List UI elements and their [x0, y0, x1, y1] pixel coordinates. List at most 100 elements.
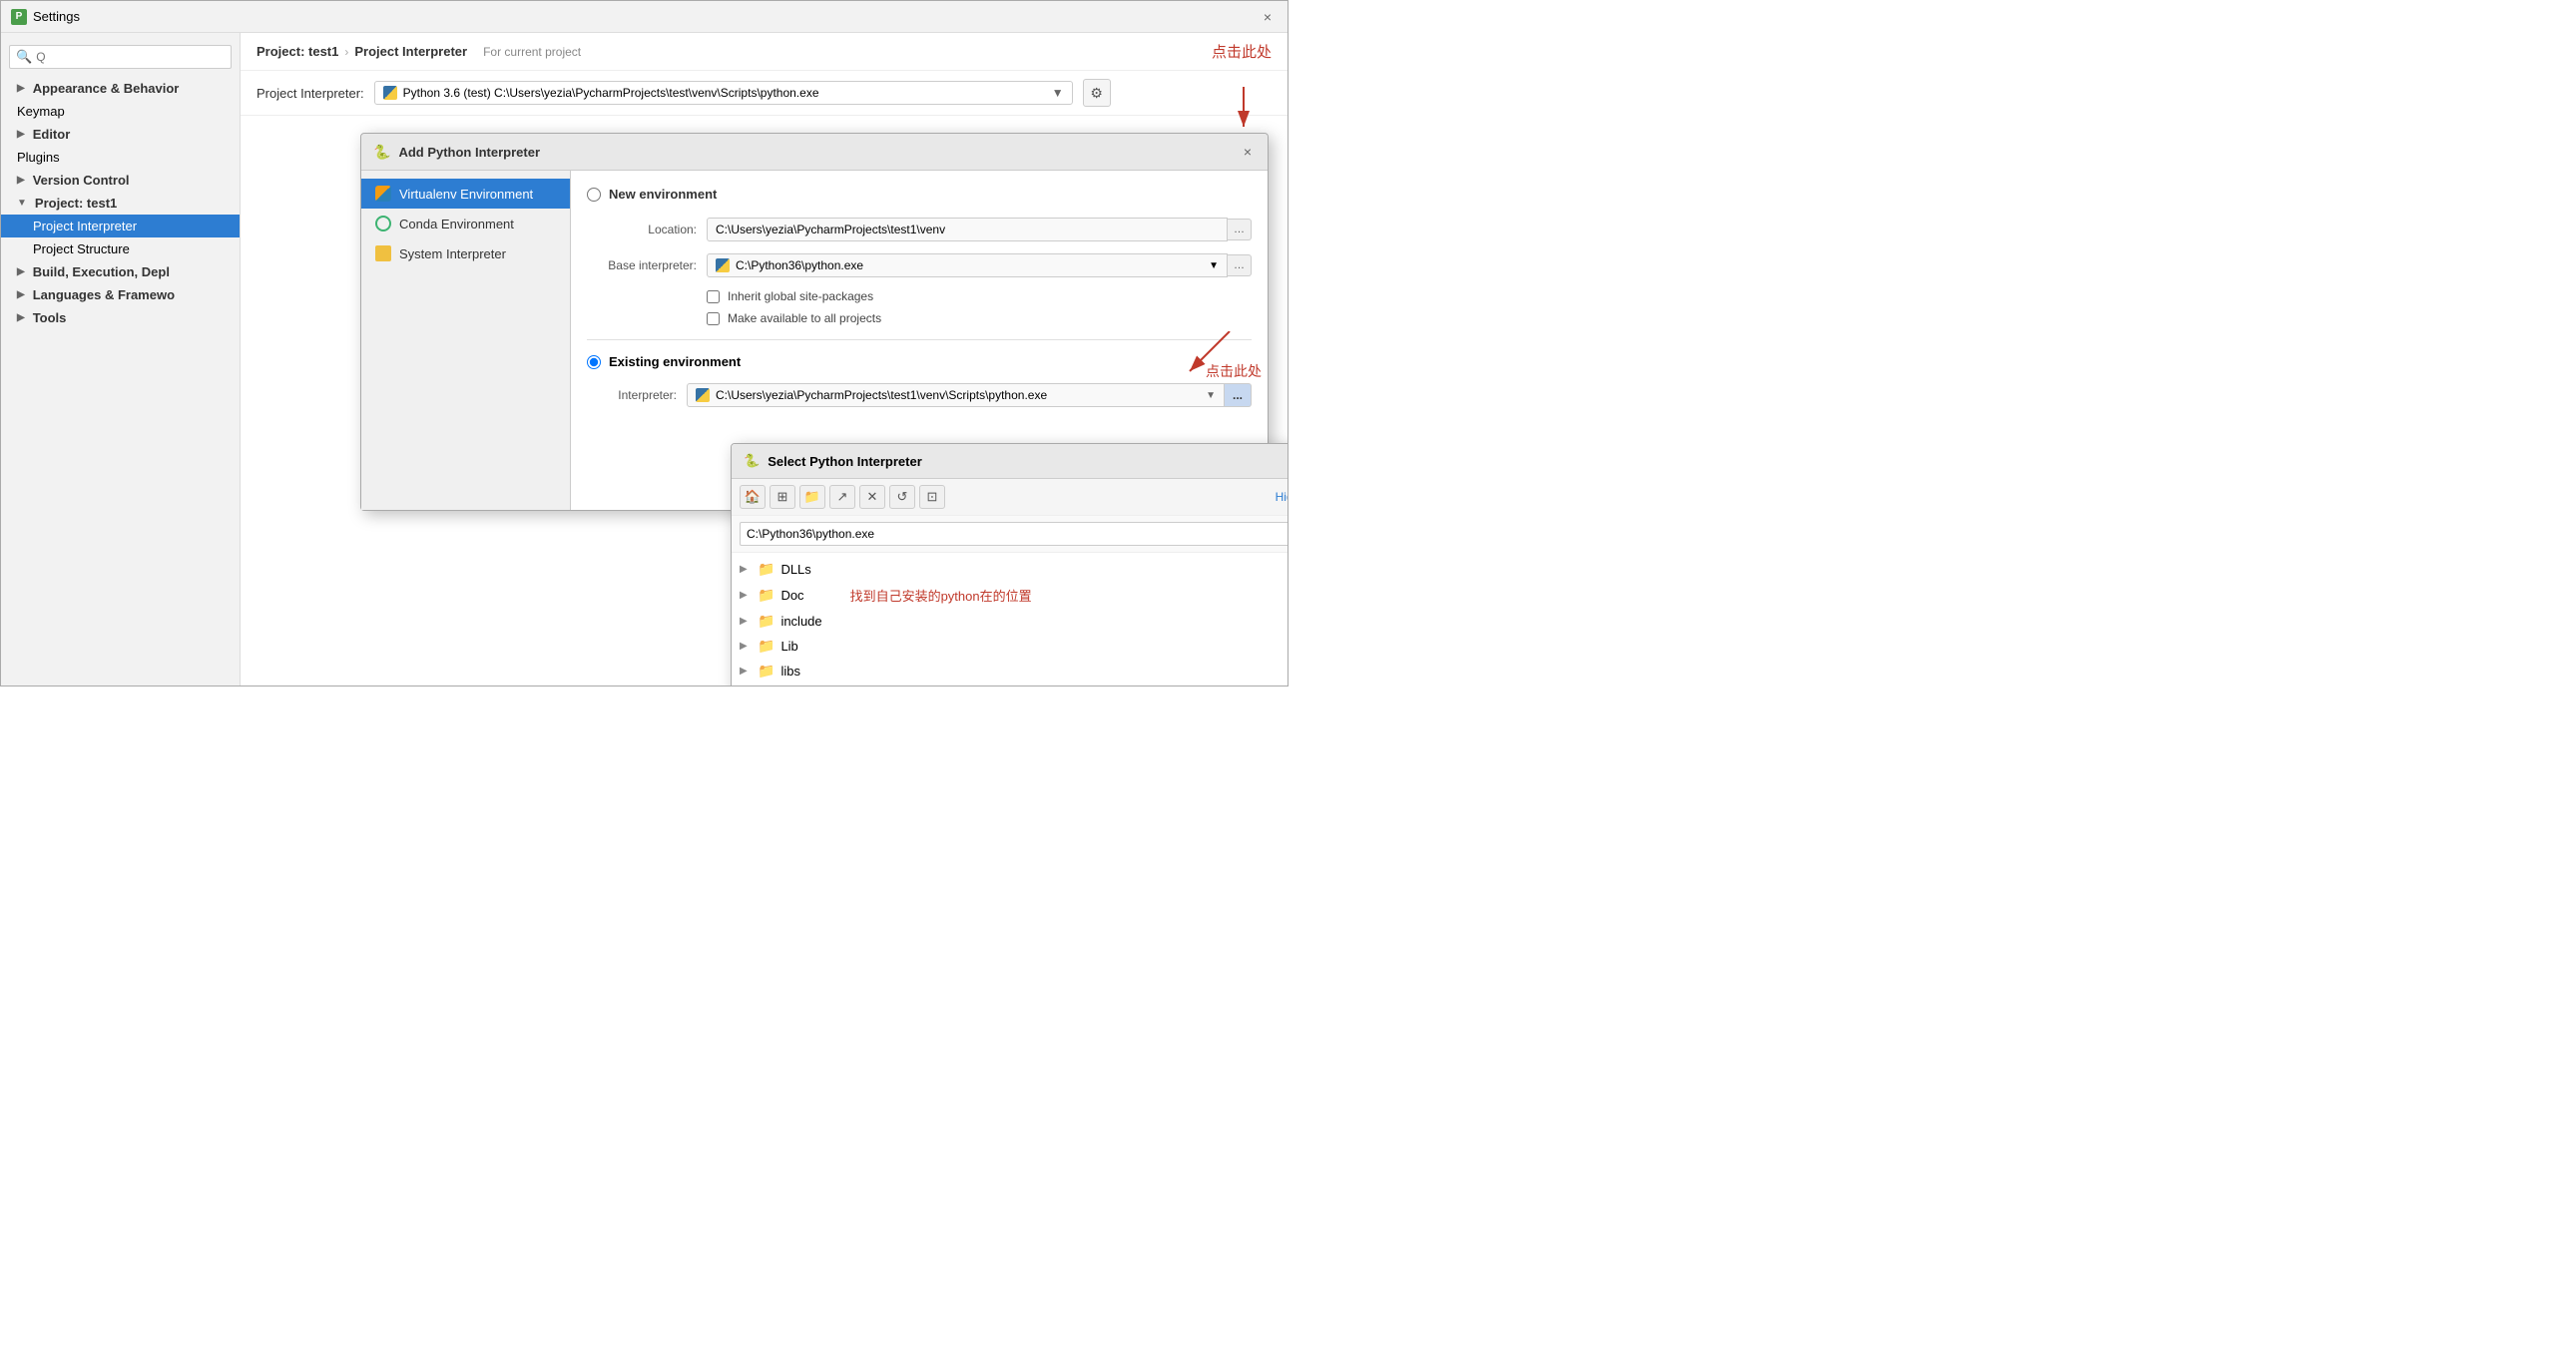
sidebar-label: Tools — [33, 310, 67, 325]
tree-item-libs[interactable]: ▶ 📁 libs — [732, 659, 1288, 684]
new-env-radio[interactable] — [587, 188, 601, 202]
sidebar-item-version-control[interactable]: ▶ Version Control — [1, 169, 240, 192]
sidebar-label: Project Structure — [33, 241, 130, 256]
dialog-sidebar-virtualenv[interactable]: Virtualenv Environment — [361, 179, 570, 209]
sidebar-label: Keymap — [17, 104, 65, 119]
search-icon: 🔍 — [16, 49, 32, 65]
make-available-checkbox[interactable] — [707, 312, 720, 325]
annotation-find-python: 找到自己安装的python在的位置 — [850, 586, 1032, 605]
dialog-title-bar: 🐍 Add Python Interpreter × — [361, 134, 1268, 171]
dialog-sidebar-conda[interactable]: Conda Environment — [361, 209, 570, 238]
tree-arrow-icon: ▶ — [740, 564, 752, 575]
sidebar-item-editor[interactable]: ▶ Editor — [1, 123, 240, 146]
combo-dropdown-arrow: ▼ — [1206, 390, 1216, 401]
title-bar: P Settings × — [1, 1, 1288, 33]
title-bar-left: P Settings — [11, 9, 80, 25]
tree-label: DLLs — [780, 562, 810, 577]
toolbar-grid-button[interactable]: ⊞ — [770, 485, 795, 509]
search-input[interactable] — [36, 50, 225, 64]
sidebar-item-plugins[interactable]: Plugins — [1, 146, 240, 169]
annotation-top-right: 点击此处 — [1212, 41, 1272, 62]
system-icon — [375, 245, 391, 261]
hide-path-button[interactable]: Hide path — [1276, 490, 1288, 504]
delete-icon: ✕ — [867, 489, 878, 505]
tree-item-doc[interactable]: ▶ 📁 Doc 找到自己安装的python在的位置 — [732, 582, 1288, 609]
divider — [587, 339, 1252, 340]
existing-interpreter-row: Interpreter: C:\Users\yezia\PycharmProje… — [587, 383, 1252, 407]
sidebar-label: Version Control — [33, 173, 130, 188]
location-label: Location: — [587, 223, 697, 236]
tree-arrow-icon: ▶ — [740, 616, 752, 627]
existing-env-radio[interactable] — [587, 355, 601, 369]
window-title: Settings — [33, 9, 80, 24]
sidebar-label: Languages & Framewo — [33, 287, 175, 302]
tree-item-scripts[interactable]: ▶ 📁 Scripts — [732, 684, 1288, 686]
existing-interpreter-input-group: C:\Users\yezia\PycharmProjects\test1\ven… — [687, 383, 1252, 407]
toolbar-new-folder-button[interactable]: 📁 — [799, 485, 825, 509]
path-input[interactable] — [740, 522, 1288, 546]
window-close-button[interactable]: × — [1258, 7, 1278, 27]
dialog-title-text: Add Python Interpreter — [398, 145, 540, 160]
py-icon — [716, 258, 730, 272]
tree-item-lib[interactable]: ▶ 📁 Lib — [732, 634, 1288, 659]
location-browse-button[interactable]: … — [1228, 219, 1252, 240]
dialog-sidebar-system-interpreter[interactable]: System Interpreter — [361, 238, 570, 268]
pycharm-icon: P — [11, 9, 27, 25]
sidebar-item-project-test1[interactable]: ▼ Project: test1 — [1, 192, 240, 215]
expand-icon: ▶ — [17, 129, 25, 140]
sidebar-item-keymap[interactable]: Keymap — [1, 100, 240, 123]
sidebar-item-build-execution[interactable]: ▶ Build, Execution, Depl — [1, 260, 240, 283]
breadcrumb: Project: test1 › Project Interpreter For… — [241, 33, 1288, 71]
tree-item-include[interactable]: ▶ 📁 include — [732, 609, 1288, 634]
tree-arrow-icon: ▶ — [740, 590, 752, 601]
new-env-radio-row: New environment — [587, 187, 1252, 202]
tree-label: libs — [780, 664, 800, 679]
existing-interpreter-browse-button[interactable]: ... — [1225, 383, 1252, 407]
folder-icon: 📁 — [758, 587, 774, 604]
virtualenv-icon — [375, 186, 391, 202]
tree-item-dlls[interactable]: ▶ 📁 DLLs — [732, 557, 1288, 582]
sidebar-label: Project Interpreter — [33, 219, 137, 233]
search-box[interactable]: 🔍 — [9, 45, 232, 69]
toolbar-up-button[interactable]: ↗ — [829, 485, 855, 509]
toolbar-toggle-button[interactable]: ⊡ — [919, 485, 945, 509]
sidebar-item-languages[interactable]: ▶ Languages & Framewo — [1, 283, 240, 306]
sidebar-item-tools[interactable]: ▶ Tools — [1, 306, 240, 329]
tree-arrow-icon: ▶ — [740, 666, 752, 677]
dialog-close-button[interactable]: × — [1240, 142, 1256, 162]
inherit-checkbox[interactable] — [707, 290, 720, 303]
sidebar-item-project-structure[interactable]: Project Structure — [1, 237, 240, 260]
interpreter-settings-gear-button[interactable]: ⚙ — [1083, 79, 1111, 107]
sidebar: 🔍 ▶ Appearance & Behavior Keymap ▶ Edito… — [1, 33, 241, 686]
location-input-group: … — [707, 218, 1252, 241]
expand-icon: ▶ — [17, 289, 25, 300]
settings-window: P Settings × 🔍 ▶ Appearance & Behavior K… — [0, 0, 1288, 686]
make-available-checkbox-row: Make available to all projects — [707, 311, 1252, 325]
toolbar-home-button[interactable]: 🏠 — [740, 485, 766, 509]
sidebar-label: Plugins — [17, 150, 60, 165]
base-interpreter-label: Base interpreter: — [587, 258, 697, 272]
base-interpreter-arrow: ▼ — [1209, 260, 1219, 271]
folder-icon: 📁 — [758, 638, 774, 655]
path-row: ⬇ — [732, 516, 1288, 553]
existing-env-radio-row: Existing environment — [587, 354, 1252, 369]
select-interpreter-dialog: 🐍 Select Python Interpreter × 🏠 ⊞ 📁 ↗ ✕ … — [731, 443, 1288, 686]
sidebar-item-appearance[interactable]: ▶ Appearance & Behavior — [1, 77, 240, 100]
base-interpreter-dropdown[interactable]: C:\Python36\python.exe ▼ — [707, 253, 1228, 277]
sidebar-label: Editor — [33, 127, 71, 142]
location-input[interactable] — [707, 218, 1228, 241]
base-interpreter-browse-button[interactable]: … — [1228, 254, 1252, 276]
interpreter-select-dropdown[interactable]: Python 3.6 (test) C:\Users\yezia\Pycharm… — [374, 81, 1073, 105]
expand-icon: ▼ — [17, 198, 27, 209]
dropdown-arrow-icon: ▼ — [1052, 86, 1064, 100]
annotation-arrow-browse — [1170, 331, 1250, 381]
pycharm-dialog-icon: 🐍 — [373, 144, 390, 161]
toolbar-refresh-button[interactable]: ↺ — [889, 485, 915, 509]
toolbar-delete-button[interactable]: ✕ — [859, 485, 885, 509]
breadcrumb-separator: › — [344, 45, 348, 59]
interpreter-row: Project Interpreter: Python 3.6 (test) C… — [241, 71, 1288, 116]
refresh-icon: ↺ — [897, 489, 908, 505]
sidebar-item-project-interpreter[interactable]: Project Interpreter — [1, 215, 240, 237]
home-icon: 🏠 — [745, 489, 761, 505]
existing-interpreter-dropdown[interactable]: C:\Users\yezia\PycharmProjects\test1\ven… — [687, 383, 1225, 407]
